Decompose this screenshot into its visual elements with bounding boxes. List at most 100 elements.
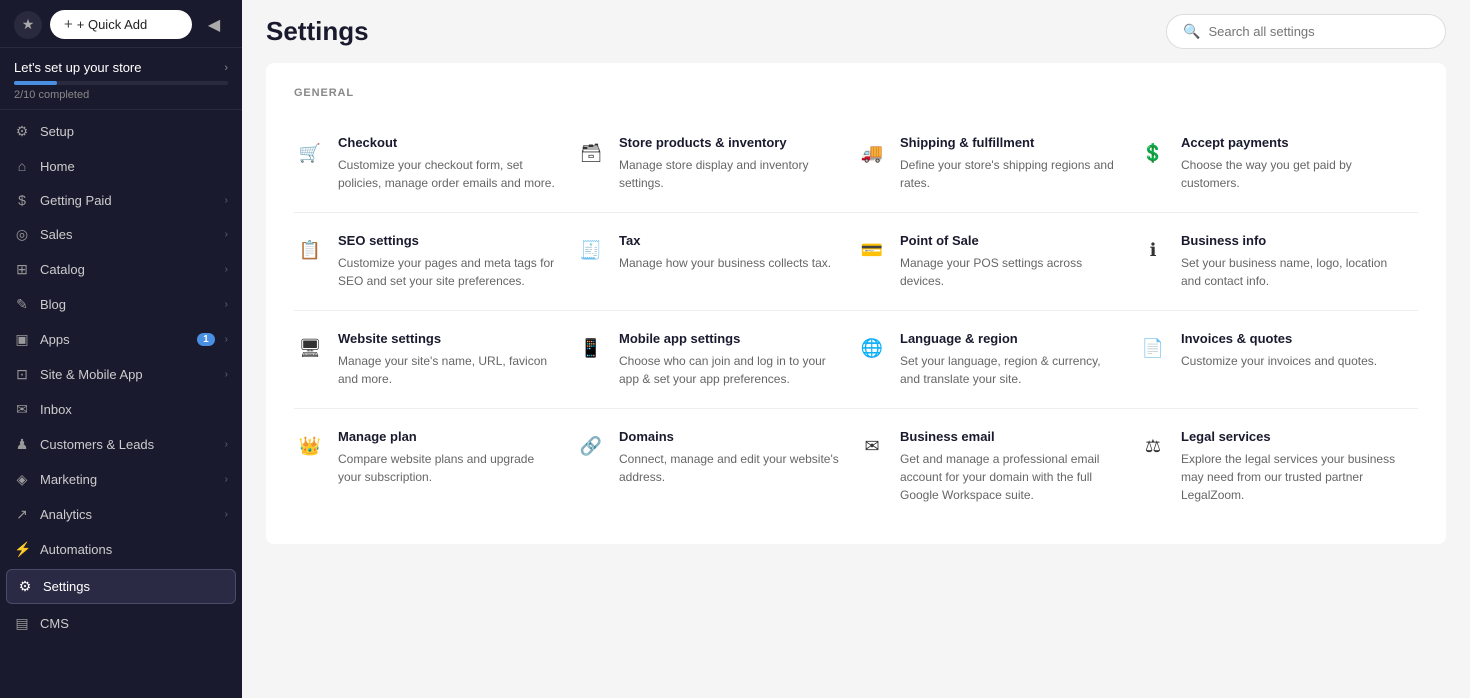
settings-icon-store-products: 🗃 [575, 137, 607, 169]
sidebar-item-sales[interactable]: ◎ Sales › [0, 217, 242, 252]
settings-item-store-products[interactable]: 🗃 Store products & inventory Manage stor… [575, 119, 856, 208]
settings-title-language-region: Language & region [900, 331, 1121, 348]
settings-title-seo: SEO settings [338, 233, 559, 250]
sidebar-item-catalog[interactable]: ⊞ Catalog › [0, 252, 242, 287]
settings-text-shipping: Shipping & fulfillment Define your store… [900, 135, 1121, 192]
nav-icon-getting-paid: $ [14, 192, 30, 208]
settings-title-business-info: Business info [1181, 233, 1402, 250]
nav-label-setup: Setup [40, 124, 228, 139]
settings-desc-website-settings: Manage your site's name, URL, favicon an… [338, 352, 559, 388]
collapse-sidebar-button[interactable]: ◀ [200, 11, 228, 39]
settings-text-seo: SEO settings Customize your pages and me… [338, 233, 559, 290]
sidebar-item-settings[interactable]: ⚙ Settings [6, 569, 236, 604]
nav-label-catalog: Catalog [40, 262, 215, 277]
settings-title-website-settings: Website settings [338, 331, 559, 348]
store-setup-title[interactable]: Let's set up your store › [14, 60, 228, 75]
settings-text-domains: Domains Connect, manage and edit your we… [619, 429, 840, 486]
sidebar-item-cms[interactable]: ▤ CMS [0, 606, 242, 641]
nav-label-analytics: Analytics [40, 507, 215, 522]
nav-label-cms: CMS [40, 616, 228, 631]
settings-title-accept-payments: Accept payments [1181, 135, 1402, 152]
progress-text: 2/10 completed [14, 89, 228, 101]
nav-label-apps: Apps [40, 332, 187, 347]
settings-desc-shipping: Define your store's shipping regions and… [900, 156, 1121, 192]
sidebar: ★ + + Quick Add ◀ Let's set up your stor… [0, 0, 242, 698]
settings-text-business-email: Business email Get and manage a professi… [900, 429, 1121, 504]
sidebar-item-customers[interactable]: ♟ Customers & Leads › [0, 427, 242, 462]
settings-icon-accept-payments: 💲 [1137, 137, 1169, 169]
settings-item-shipping[interactable]: 🚚 Shipping & fulfillment Define your sto… [856, 119, 1137, 208]
settings-title-pos: Point of Sale [900, 233, 1121, 250]
settings-icon-legal-services: ⚖ [1137, 431, 1169, 463]
sidebar-item-home[interactable]: ⌂ Home [0, 149, 242, 183]
settings-title-legal-services: Legal services [1181, 429, 1402, 446]
nav-badge-apps: 1 [197, 333, 215, 346]
nav-label-getting-paid: Getting Paid [40, 193, 215, 208]
sidebar-item-analytics[interactable]: ↗ Analytics › [0, 497, 242, 532]
chevron-icon-customers: › [225, 439, 228, 450]
settings-desc-mobile-app: Choose who can join and log in to your a… [619, 352, 840, 388]
nav-icon-setup: ⚙ [14, 123, 30, 140]
nav-icon-sales: ◎ [14, 226, 30, 243]
settings-text-mobile-app: Mobile app settings Choose who can join … [619, 331, 840, 388]
search-icon: 🔍 [1183, 23, 1200, 40]
nav-icon-settings: ⚙ [17, 578, 33, 595]
search-settings-input[interactable] [1208, 24, 1429, 39]
settings-item-mobile-app[interactable]: 📱 Mobile app settings Choose who can joi… [575, 315, 856, 404]
sidebar-item-getting-paid[interactable]: $ Getting Paid › [0, 183, 242, 217]
settings-desc-legal-services: Explore the legal services your business… [1181, 450, 1402, 504]
settings-icon-language-region: 🌐 [856, 333, 888, 365]
settings-item-business-email[interactable]: ✉ Business email Get and manage a profes… [856, 413, 1137, 520]
settings-item-language-region[interactable]: 🌐 Language & region Set your language, r… [856, 315, 1137, 404]
settings-item-domains[interactable]: 🔗 Domains Connect, manage and edit your … [575, 413, 856, 520]
settings-item-seo[interactable]: 📋 SEO settings Customize your pages and … [294, 217, 575, 306]
nav-label-inbox: Inbox [40, 402, 228, 417]
nav-label-marketing: Marketing [40, 472, 215, 487]
store-setup-section: Let's set up your store › 2/10 completed [0, 48, 242, 110]
nav-section: ⚙ Setup ⌂ Home $ Getting Paid › ◎ Sales … [0, 110, 242, 645]
settings-text-manage-plan: Manage plan Compare website plans and up… [338, 429, 559, 486]
star-icon: ★ [14, 11, 42, 39]
chevron-icon-apps: › [225, 334, 228, 345]
settings-desc-invoices: Customize your invoices and quotes. [1181, 352, 1377, 370]
settings-item-manage-plan[interactable]: 👑 Manage plan Compare website plans and … [294, 413, 575, 520]
chevron-icon-catalog: › [225, 264, 228, 275]
settings-text-business-info: Business info Set your business name, lo… [1181, 233, 1402, 290]
settings-desc-manage-plan: Compare website plans and upgrade your s… [338, 450, 559, 486]
chevron-icon-getting-paid: › [225, 195, 228, 206]
settings-icon-pos: 💳 [856, 235, 888, 267]
settings-desc-seo: Customize your pages and meta tags for S… [338, 254, 559, 290]
settings-desc-pos: Manage your POS settings across devices. [900, 254, 1121, 290]
sidebar-item-setup[interactable]: ⚙ Setup [0, 114, 242, 149]
store-setup-label: Let's set up your store [14, 60, 142, 75]
settings-item-pos[interactable]: 💳 Point of Sale Manage your POS settings… [856, 217, 1137, 306]
nav-icon-analytics: ↗ [14, 506, 30, 523]
settings-title-store-products: Store products & inventory [619, 135, 840, 152]
plus-icon: + [64, 16, 73, 33]
settings-icon-website-settings: 🖥 [294, 333, 326, 365]
settings-text-legal-services: Legal services Explore the legal service… [1181, 429, 1402, 504]
chevron-icon-sales: › [225, 229, 228, 240]
quick-add-button[interactable]: + + Quick Add [50, 10, 192, 39]
settings-item-accept-payments[interactable]: 💲 Accept payments Choose the way you get… [1137, 119, 1418, 208]
sidebar-item-apps[interactable]: ▣ Apps 1 › [0, 322, 242, 357]
settings-item-invoices[interactable]: 📄 Invoices & quotes Customize your invoi… [1137, 315, 1418, 404]
sidebar-item-blog[interactable]: ✎ Blog › [0, 287, 242, 322]
settings-title-mobile-app: Mobile app settings [619, 331, 840, 348]
settings-item-tax[interactable]: 🧾 Tax Manage how your business collects … [575, 217, 856, 306]
settings-item-website-settings[interactable]: 🖥 Website settings Manage your site's na… [294, 315, 575, 404]
sidebar-item-inbox[interactable]: ✉ Inbox [0, 392, 242, 427]
settings-title-checkout: Checkout [338, 135, 559, 152]
settings-item-legal-services[interactable]: ⚖ Legal services Explore the legal servi… [1137, 413, 1418, 520]
nav-label-site-mobile: Site & Mobile App [40, 367, 215, 382]
search-settings-container[interactable]: 🔍 [1166, 14, 1446, 49]
sidebar-item-site-mobile[interactable]: ⊡ Site & Mobile App › [0, 357, 242, 392]
nav-label-blog: Blog [40, 297, 215, 312]
settings-item-checkout[interactable]: 🛒 Checkout Customize your checkout form,… [294, 119, 575, 208]
settings-item-business-info[interactable]: ℹ Business info Set your business name, … [1137, 217, 1418, 306]
settings-desc-store-products: Manage store display and inventory setti… [619, 156, 840, 192]
sidebar-item-automations[interactable]: ⚡ Automations [0, 532, 242, 567]
sidebar-item-marketing[interactable]: ◈ Marketing › [0, 462, 242, 497]
settings-grid: 🛒 Checkout Customize your checkout form,… [294, 119, 1418, 520]
settings-text-invoices: Invoices & quotes Customize your invoice… [1181, 331, 1377, 370]
